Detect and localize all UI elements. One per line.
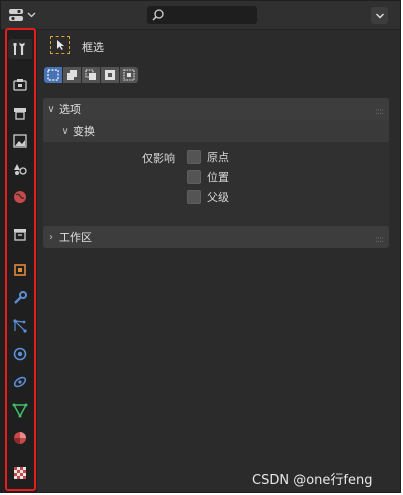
properties-tabs-bar: [1, 30, 37, 492]
transform-subpanel-header[interactable]: ∨ 变换: [43, 120, 389, 142]
constraints-icon: [13, 376, 27, 388]
checkbox-label: 原点: [207, 151, 229, 164]
properties-editor: 框选 ∨ 选项:::: ∨ 变换 仅影响 原点 位置 父级 › 工作区:::…: [0, 0, 401, 493]
chevron-down-icon: [27, 12, 36, 18]
chevron-down-icon: ∨: [61, 125, 69, 137]
box-icon: [14, 229, 26, 241]
printer-icon: [14, 108, 26, 120]
wrench-screwdriver-icon: [13, 42, 25, 55]
object-tab[interactable]: [10, 260, 30, 280]
select-box-icon: [57, 40, 64, 50]
selection-mode-group: [44, 67, 138, 83]
affect-parents-checkbox[interactable]: 父级: [187, 189, 229, 205]
workspace-panel: › 工作区 ::::: [43, 226, 389, 248]
properties-editor-icon: [9, 9, 23, 21]
workspace-panel-title: 工作区: [59, 231, 92, 244]
scene-tab[interactable]: [10, 159, 30, 179]
transform-subpanel-body: 仅影响 原点 位置 父级: [43, 142, 389, 228]
affect-only-label: 仅影响: [142, 152, 175, 165]
object-icon: [14, 264, 26, 276]
chevron-down-icon: ∨: [47, 103, 55, 115]
texture-tab[interactable]: [10, 463, 30, 483]
mode-subtract-button[interactable]: [82, 67, 101, 83]
mesh-data-icon: [12, 403, 28, 418]
workspace-panel-header[interactable]: › 工作区 ::::: [43, 226, 389, 248]
chevron-right-icon: ›: [49, 231, 53, 243]
output-tab[interactable]: [10, 103, 30, 123]
constraints-tab[interactable]: [10, 372, 30, 392]
render-tab[interactable]: [10, 75, 30, 95]
mode-new-icon: [47, 69, 59, 81]
checkbox-label: 父级: [207, 191, 229, 204]
options-dropdown-button[interactable]: [371, 7, 388, 24]
drag-grip-icon[interactable]: ::::: [375, 235, 384, 245]
active-tool-button[interactable]: [50, 36, 70, 54]
mode-subtract-icon: [85, 69, 96, 80]
texture-icon: [14, 467, 26, 479]
options-panel-header[interactable]: ∨ 选项 ::::: [43, 98, 389, 120]
properties-content: 框选 ∨ 选项:::: ∨ 变换 仅影响 原点 位置 父级 › 工作区:::…: [38, 30, 400, 492]
material-tab[interactable]: [10, 428, 30, 448]
physics-icon: [13, 347, 27, 361]
affect-origins-checkbox[interactable]: 原点: [187, 149, 229, 165]
mode-set-button[interactable]: [44, 67, 63, 83]
wrench-icon: [14, 291, 27, 304]
mode-invert-button[interactable]: [101, 67, 120, 83]
mode-extend-button[interactable]: [63, 67, 82, 83]
world-tab[interactable]: [10, 187, 30, 207]
tool-tab[interactable]: [8, 39, 32, 59]
editor-type-button[interactable]: [7, 6, 43, 24]
physics-tab[interactable]: [10, 344, 30, 364]
particles-tab[interactable]: [10, 316, 30, 336]
modifiers-tab[interactable]: [10, 288, 30, 308]
checkbox-box[interactable]: [187, 170, 201, 184]
mode-invert-icon: [105, 70, 115, 80]
particles-icon: [13, 319, 27, 333]
tool-name: 框选: [82, 41, 104, 54]
editor-header: [1, 1, 400, 30]
drag-grip-icon[interactable]: ::::: [375, 107, 384, 117]
data-tab[interactable]: [10, 400, 30, 420]
watermark: CSDN @one行feng: [252, 473, 373, 488]
chevron-down-icon: [375, 13, 384, 18]
options-panel: ∨ 选项 :::: ∨ 变换 仅影响 原点 位置 父级: [43, 98, 389, 228]
checkbox-label: 位置: [207, 171, 229, 184]
options-panel-title: 选项: [59, 103, 81, 116]
checkbox-box[interactable]: [187, 150, 201, 164]
image-icon: [13, 134, 27, 148]
camera-back-icon: [13, 79, 27, 91]
mode-extend-icon: [67, 70, 77, 80]
mode-intersect-icon: [123, 69, 135, 81]
checkbox-box[interactable]: [187, 190, 201, 204]
collection-tab[interactable]: [10, 224, 30, 244]
mode-intersect-button[interactable]: [120, 67, 138, 83]
search-input[interactable]: [147, 6, 257, 24]
transform-subpanel-title: 变换: [73, 125, 95, 138]
world-icon: [14, 191, 26, 203]
view-layer-tab[interactable]: [10, 131, 30, 151]
material-icon: [14, 432, 26, 444]
affect-locations-checkbox[interactable]: 位置: [187, 169, 229, 185]
search-icon: [152, 9, 164, 21]
scene-icon: [14, 164, 27, 175]
